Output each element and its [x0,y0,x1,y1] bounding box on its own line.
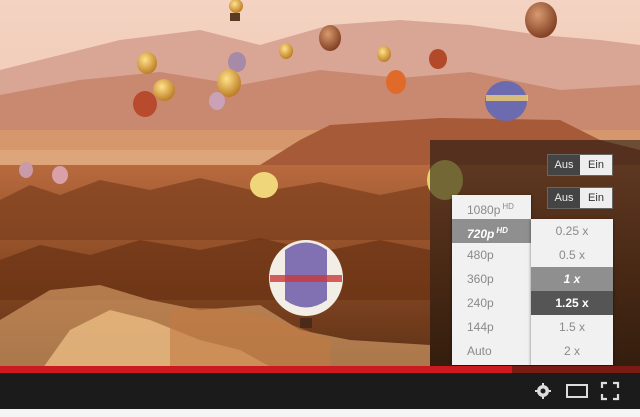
quality-option-240p[interactable]: 240p [452,291,531,315]
page-bottom-strip [0,409,640,417]
captions-toggle-on[interactable]: Ein [580,188,612,208]
speed-option-0-25[interactable]: 0.25 x [531,219,613,243]
speed-option-0-5[interactable]: 0.5 x [531,243,613,267]
quality-option-720p[interactable]: 720p HD [452,219,531,243]
quality-menu: 1080p HD 720p HD 480p 360p 240p 144p Auto [452,195,531,365]
speed-menu: 0.25 x 0.5 x 1 x 1.25 x 1.5 x 2 x [531,219,613,365]
settings-icon[interactable] [533,381,553,401]
annotations-toggle[interactable]: Aus Ein [547,154,613,176]
quality-option-auto[interactable]: Auto [452,339,531,363]
control-bar [0,373,640,409]
speed-option-1-25[interactable]: 1.25 x [531,291,613,315]
speed-option-1[interactable]: 1 x [531,267,613,291]
captions-toggle-off[interactable]: Aus [548,188,580,208]
annotations-toggle-off[interactable]: Aus [548,155,580,175]
quality-option-360p[interactable]: 360p [452,267,531,291]
theater-mode-icon[interactable] [565,381,589,401]
annotations-toggle-on[interactable]: Ein [580,155,612,175]
hd-badge: HD [502,202,514,211]
captions-toggle[interactable]: Aus Ein [547,187,613,209]
quality-option-144p[interactable]: 144p [452,315,531,339]
quality-option-1080p[interactable]: 1080p HD [452,195,531,219]
quality-option-480p[interactable]: 480p [452,243,531,267]
video-player[interactable]: Aus Ein Aus Ein 1080p HD 720p HD 480p 360p… [0,0,640,417]
speed-option-2[interactable]: 2 x [531,339,613,363]
hd-badge: HD [496,226,508,235]
progress-fill [0,366,512,373]
progress-bar[interactable] [0,366,640,373]
fullscreen-icon[interactable] [600,381,620,401]
speed-option-1-5[interactable]: 1.5 x [531,315,613,339]
